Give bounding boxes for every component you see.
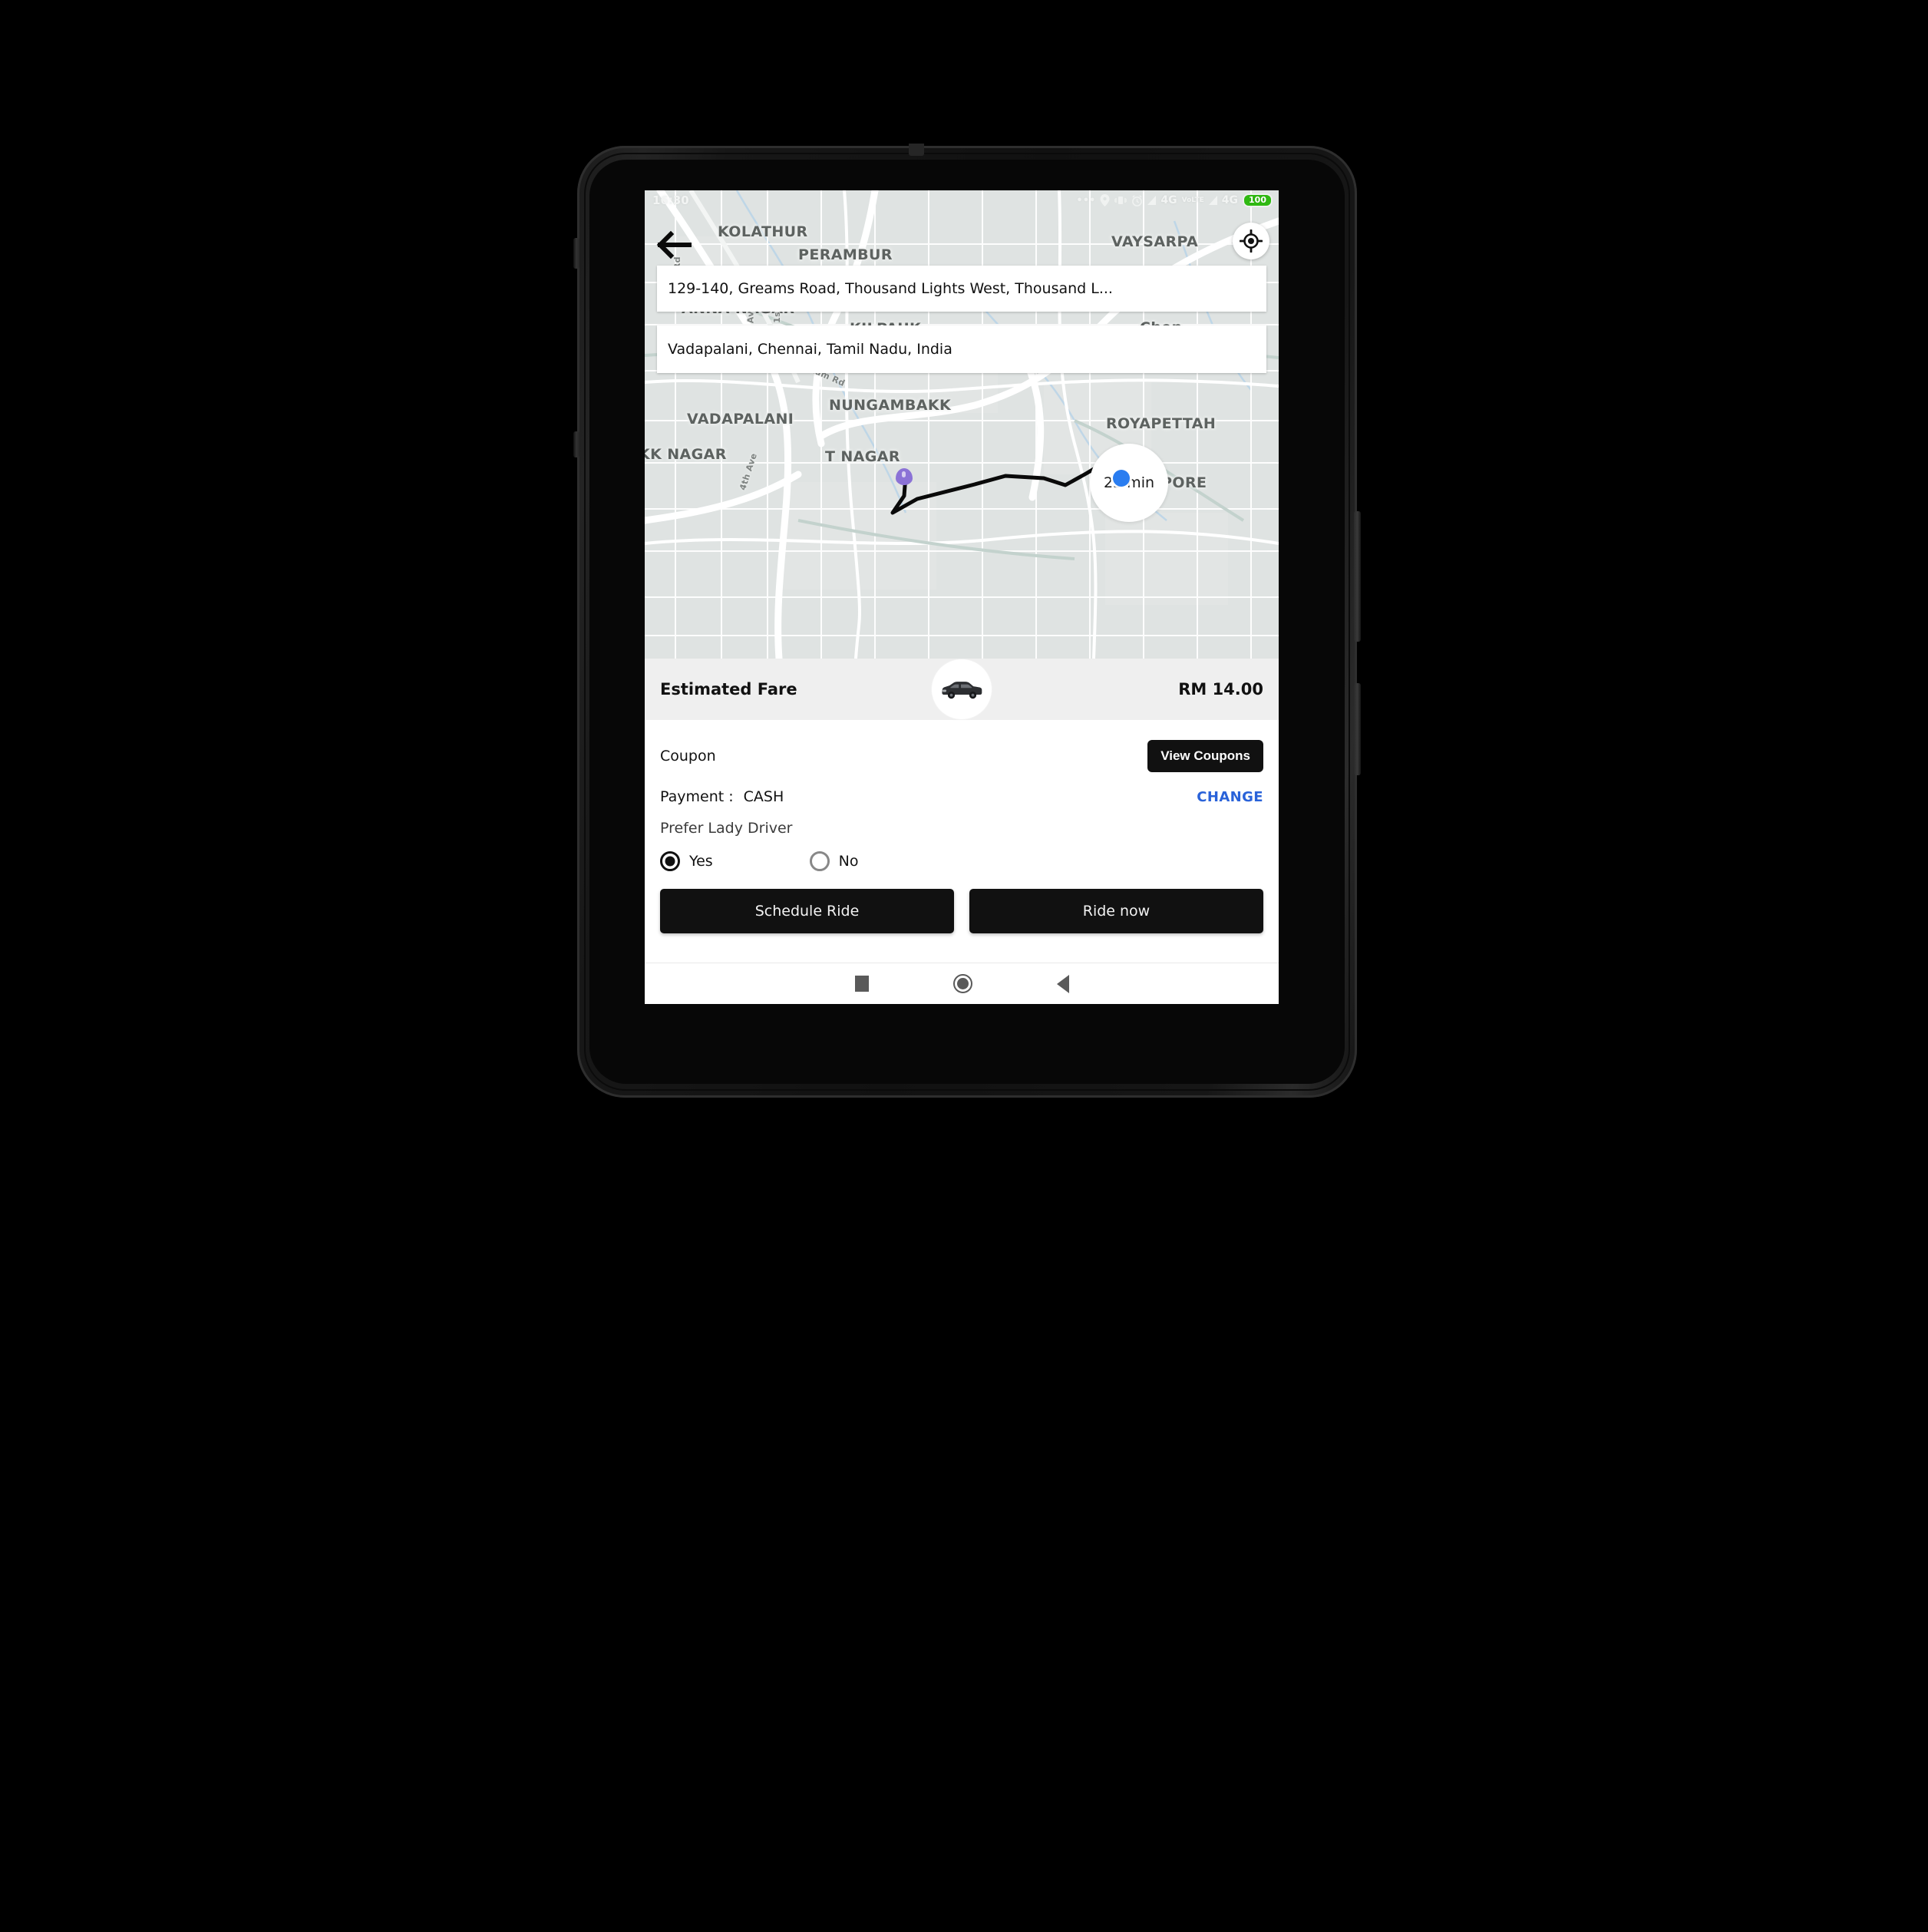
network-type-2: 4G [1221, 194, 1239, 206]
circle-home-icon[interactable] [952, 974, 972, 993]
alarm-icon [1131, 194, 1143, 206]
my-location-button[interactable] [1233, 223, 1269, 259]
battery-indicator: 100 [1243, 193, 1273, 208]
action-buttons-row: Schedule Ride Ride now [660, 889, 1263, 933]
phone-screen: 16:30 ••• 4G VoLTE 4G 100 KOLATHUR PERAM… [645, 190, 1279, 1004]
radio-option-no[interactable]: No [809, 851, 859, 871]
view-coupons-button[interactable]: View Coupons [1147, 740, 1263, 772]
prefer-lady-driver-label: Prefer Lady Driver [660, 820, 793, 837]
vehicle-type-button[interactable] [932, 659, 992, 719]
ride-now-button[interactable]: Ride now [969, 889, 1263, 933]
pickup-address-field[interactable]: 129-140, Greams Road, Thousand Lights We… [657, 266, 1266, 312]
vibrate-icon [1114, 195, 1127, 206]
volume-button[interactable] [1354, 511, 1361, 642]
destination-pin-icon [1113, 470, 1130, 487]
status-time: 16:30 [652, 193, 689, 207]
volte-icon: VoLTE [1182, 197, 1204, 204]
left-side-button-bottom[interactable] [573, 431, 579, 457]
lady-driver-radio-group: Yes No [660, 840, 1263, 883]
source-pin-icon [896, 468, 913, 485]
network-type-1: 4G [1160, 194, 1177, 206]
change-payment-link[interactable]: CHANGE [1197, 789, 1263, 805]
radio-yes-icon[interactable] [660, 851, 680, 871]
triangle-back-icon[interactable] [1056, 974, 1069, 993]
sedan-car-icon [942, 682, 982, 699]
schedule-ride-button[interactable]: Schedule Ride [660, 889, 954, 933]
payment-value: CASH [743, 788, 784, 805]
payment-row: Payment : CASH CHANGE [660, 778, 1263, 815]
power-button[interactable] [1354, 683, 1361, 775]
status-bar: 16:30 ••• 4G VoLTE 4G 100 [645, 190, 1279, 210]
android-nav-bar [645, 963, 1279, 1004]
map-view[interactable]: 16:30 ••• 4G VoLTE 4G 100 KOLATHUR PERAM… [645, 190, 1279, 659]
radio-no-icon[interactable] [809, 851, 830, 871]
eta-bubble: 23 min [1090, 444, 1168, 522]
more-icon: ••• [1076, 194, 1096, 206]
location-pin-icon [1100, 194, 1110, 206]
signal-icon-2 [1208, 196, 1217, 205]
screenshot-root: 16:30 ••• 4G VoLTE 4G 100 KOLATHUR PERAM… [0, 0, 1928, 1932]
drop-address-text: Vadapalani, Chennai, Tamil Nadu, India [668, 341, 952, 358]
volte-label: VoLTE [1181, 196, 1204, 204]
phone-antenna-notch [909, 144, 924, 156]
left-side-button-top[interactable] [573, 238, 579, 269]
coupon-label: Coupon [660, 748, 716, 765]
estimated-fare-label: Estimated Fare [660, 680, 797, 698]
estimated-fare-bar: Estimated Fare RM 14.00 [645, 659, 1279, 720]
radio-option-yes[interactable]: Yes [660, 851, 713, 871]
signal-icon [1147, 196, 1157, 205]
square-recents-icon[interactable] [854, 976, 869, 992]
pickup-address-text: 129-140, Greams Road, Thousand Lights We… [668, 280, 1113, 297]
phone-device: 16:30 ••• 4G VoLTE 4G 100 KOLATHUR PERAM… [573, 144, 1361, 1098]
coupon-row: Coupon View Coupons [660, 734, 1263, 778]
radio-no-label: No [838, 853, 859, 870]
estimated-fare-amount: RM 14.00 [1178, 680, 1263, 698]
drop-address-field[interactable]: Vadapalani, Chennai, Tamil Nadu, India [657, 325, 1266, 373]
back-arrow-icon[interactable] [655, 226, 694, 264]
map-tiles [645, 190, 1279, 659]
payment-label: Payment : [660, 788, 734, 805]
radio-yes-label: Yes [689, 853, 713, 870]
my-location-icon [1240, 230, 1263, 253]
booking-options-card: Coupon View Coupons Payment : CASH CHANG… [645, 720, 1279, 973]
